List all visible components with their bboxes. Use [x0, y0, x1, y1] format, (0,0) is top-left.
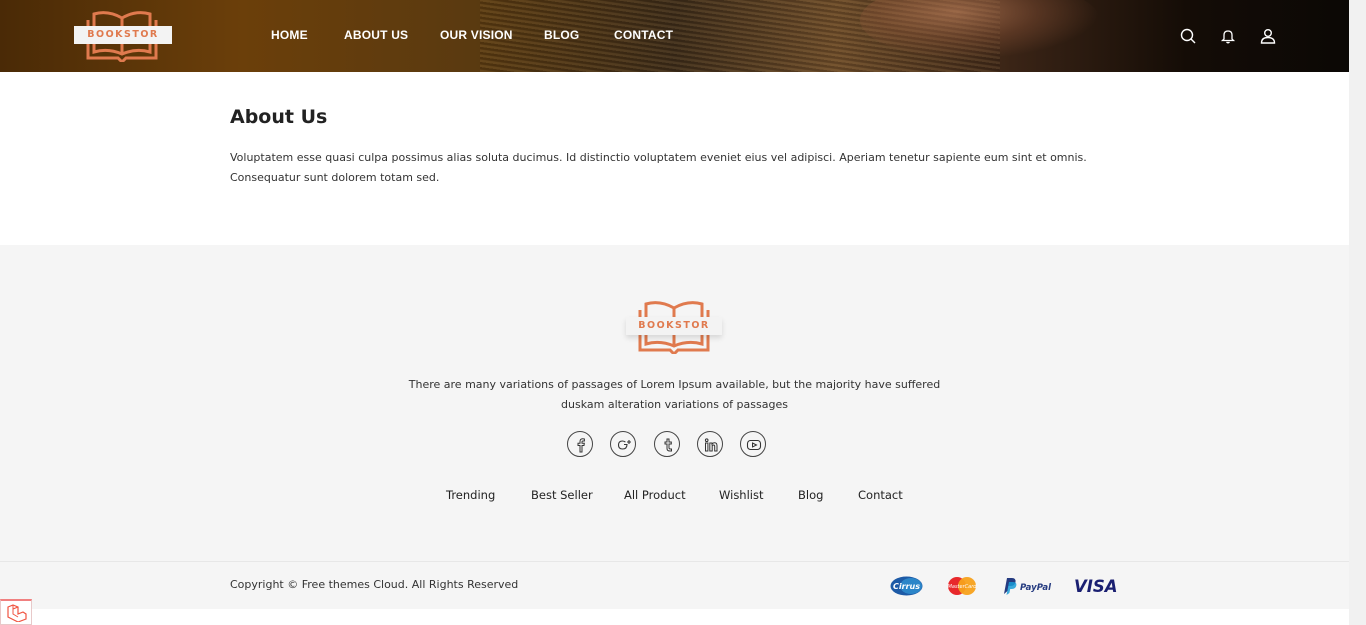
- about-paragraph: Voluptatem esse quasi culpa possimus ali…: [230, 151, 1087, 184]
- cirrus-icon: Cirrus: [890, 576, 923, 596]
- debug-badge[interactable]: [0, 599, 32, 625]
- footer-link-trending[interactable]: Trending: [446, 488, 495, 502]
- linkedin-icon[interactable]: [697, 431, 723, 457]
- svg-text:VISA: VISA: [1074, 577, 1118, 596]
- nav-our-vision[interactable]: OUR VISION: [440, 28, 513, 42]
- footer-link-blog[interactable]: Blog: [798, 488, 823, 502]
- bell-icon[interactable]: [1220, 28, 1236, 44]
- facebook-icon[interactable]: [567, 431, 593, 457]
- footer-link-contact[interactable]: Contact: [858, 488, 903, 502]
- nav-blog[interactable]: BLOG: [544, 28, 579, 42]
- footer-logo[interactable]: BOOKSTOR: [624, 300, 724, 354]
- tumblr-icon[interactable]: [654, 431, 680, 457]
- page-scrollbar[interactable]: [1349, 0, 1366, 625]
- site-logo[interactable]: BOOKSTOR: [74, 10, 172, 62]
- site-header: BOOKSTOR HOME ABOUT US OUR VISION BLOG C…: [0, 0, 1349, 72]
- search-icon[interactable]: [1180, 28, 1196, 44]
- youtube-icon[interactable]: [740, 431, 766, 457]
- nav-about-us[interactable]: ABOUT US: [344, 28, 408, 42]
- google-plus-icon[interactable]: [610, 431, 636, 457]
- footer-link-wishlist[interactable]: Wishlist: [719, 488, 763, 502]
- laravel-icon: [7, 604, 27, 622]
- page-title: About Us: [230, 106, 328, 128]
- nav-home[interactable]: HOME: [271, 28, 308, 42]
- svg-text:Cirrus: Cirrus: [893, 582, 920, 591]
- nav-contact[interactable]: CONTACT: [614, 28, 673, 42]
- footer-description: There are many variations of passages of…: [408, 378, 941, 411]
- footer-link-all-product[interactable]: All Product: [624, 488, 686, 502]
- user-icon[interactable]: [1260, 28, 1276, 44]
- paypal-icon: PayPal: [1001, 576, 1053, 596]
- footer-bottom-bar: [0, 561, 1349, 609]
- mastercard-icon: MasterCard: [945, 576, 979, 596]
- logo-text: BOOKSTOR: [74, 26, 172, 44]
- svg-text:PayPal: PayPal: [1020, 583, 1052, 593]
- footer-link-best-seller[interactable]: Best Seller: [531, 488, 593, 502]
- copyright-text: Copyright © Free themes Cloud. All Right…: [230, 578, 519, 591]
- visa-icon: VISA: [1074, 576, 1120, 596]
- svg-text:MasterCard: MasterCard: [948, 584, 978, 590]
- footer-logo-text: BOOKSTOR: [626, 317, 722, 335]
